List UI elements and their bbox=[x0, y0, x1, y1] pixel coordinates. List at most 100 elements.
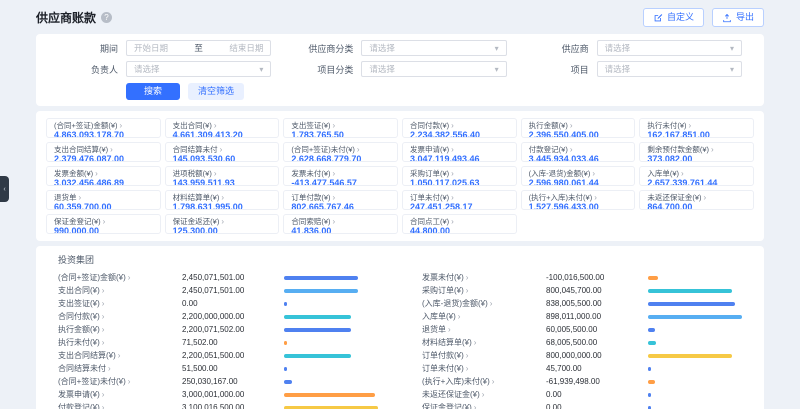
owner-select[interactable]: 请选择▾ bbox=[126, 61, 271, 77]
metric-bar bbox=[648, 367, 651, 371]
stat-card[interactable]: 保证金登记(¥)›990,000.00 bbox=[46, 214, 161, 234]
stat-card[interactable]: 发票金额(¥)›3,032,456,486.89 bbox=[46, 166, 161, 186]
stat-card[interactable]: 入库单(¥)›2,657,339,761.44 bbox=[639, 166, 754, 186]
chevron-right-icon: › bbox=[490, 299, 493, 308]
filter-label-supplier: 供应商 bbox=[529, 42, 589, 55]
metric-label[interactable]: (合同+签证)未付(¥)› bbox=[58, 376, 182, 387]
stat-value: 143,959,511.93 bbox=[173, 178, 272, 186]
stat-card[interactable]: 材料结算单(¥)›1,798,631,995.00 bbox=[165, 190, 280, 210]
stat-card[interactable]: 合同点工(¥)›44,800.00 bbox=[402, 214, 517, 234]
stat-label: 入库单(¥)› bbox=[647, 169, 746, 178]
stat-card[interactable]: 支出合同(¥)›4,661,309,413.20 bbox=[165, 118, 280, 138]
stat-value: 1,527,596,433.00 bbox=[529, 202, 628, 210]
stat-card[interactable]: 执行金额(¥)›2,396,550,405.00 bbox=[521, 118, 636, 138]
select-placeholder: 请选择 bbox=[369, 42, 395, 54]
stat-value: 247,451,258.17 bbox=[410, 202, 509, 210]
stat-label: 执行未付(¥)› bbox=[647, 121, 746, 130]
chevron-right-icon: › bbox=[333, 193, 336, 202]
stat-card[interactable]: (合同+签证)未付(¥)›2,628,668,779.70 bbox=[283, 142, 398, 162]
stat-card[interactable]: 退货单›60,359,700.00 bbox=[46, 190, 161, 210]
metric-label-text: (执行+入库)未付(¥) bbox=[422, 376, 490, 387]
stat-label-text: 发票未付(¥) bbox=[291, 169, 330, 178]
stat-card[interactable]: 订单未付(¥)›247,451,258.17 bbox=[402, 190, 517, 210]
metric-value: 60,005,500.00 bbox=[546, 325, 648, 334]
stat-card[interactable]: 采购订单(¥)›1,050,117,025.63 bbox=[402, 166, 517, 186]
metric-label[interactable]: (入库-退货)金额(¥)› bbox=[422, 298, 546, 309]
metric-label[interactable]: 未返还保证金(¥)› bbox=[422, 389, 546, 400]
metric-label[interactable]: (合同+签证)金额(¥)› bbox=[58, 272, 182, 283]
chevron-right-icon: › bbox=[102, 312, 105, 321]
metric-label[interactable]: 发票申请(¥)› bbox=[58, 389, 182, 400]
stat-card[interactable]: 订单付款(¥)›802,665,767.46 bbox=[283, 190, 398, 210]
stat-card[interactable]: 付款登记(¥)›3,445,934,033.46 bbox=[521, 142, 636, 162]
metric-label[interactable]: 保证金登记(¥)› bbox=[422, 402, 546, 409]
stat-card[interactable]: 进项税额(¥)›143,959,511.93 bbox=[165, 166, 280, 186]
title-row: 供应商账款 ? bbox=[36, 9, 112, 26]
stat-card[interactable]: 未返还保证金(¥)›864,700.00 bbox=[639, 190, 754, 210]
supplier-select[interactable]: 请选择▾ bbox=[597, 40, 742, 56]
chevron-right-icon: › bbox=[128, 273, 131, 282]
metric-row: 执行未付(¥)›71,502.00 bbox=[58, 336, 378, 349]
stat-card[interactable]: (合同+签证)金额(¥)›4,863,093,178.70 bbox=[46, 118, 161, 138]
date-start-placeholder: 开始日期 bbox=[134, 42, 168, 54]
stat-label: 合同点工(¥)› bbox=[410, 217, 509, 226]
metric-bar-track bbox=[284, 276, 378, 280]
metric-label-text: 发票未付(¥) bbox=[422, 272, 464, 283]
metric-row: 发票未付(¥)›-100,016,500.00 bbox=[422, 271, 742, 284]
metric-label[interactable]: 执行金额(¥)› bbox=[58, 324, 182, 335]
project-category-select[interactable]: 请选择▾ bbox=[361, 61, 506, 77]
metric-value: 2,200,071,502.00 bbox=[182, 325, 284, 334]
clear-filters-button[interactable]: 清空筛选 bbox=[188, 83, 244, 100]
stat-card[interactable]: 合同付款(¥)›2,234,382,556.40 bbox=[402, 118, 517, 138]
stat-card[interactable]: 支出合同结算(¥)›2,379,476,087.00 bbox=[46, 142, 161, 162]
stat-card[interactable]: 剩余预付款金额(¥)›373,082.00 bbox=[639, 142, 754, 162]
chevron-right-icon: › bbox=[333, 217, 336, 226]
metric-bar-track bbox=[284, 328, 378, 332]
metric-label[interactable]: 退货单› bbox=[422, 324, 546, 335]
stat-card[interactable]: 支出签证(¥)›1,783,765.50 bbox=[283, 118, 398, 138]
stat-card[interactable]: 合同结算未付›145,093,530.60 bbox=[165, 142, 280, 162]
metric-label[interactable]: 订单付款(¥)› bbox=[422, 350, 546, 361]
stat-card[interactable]: (入库-退货)金额(¥)›2,596,980,061.44 bbox=[521, 166, 636, 186]
group-name[interactable]: 投资集团 bbox=[58, 253, 742, 266]
project-select[interactable]: 请选择▾ bbox=[597, 61, 742, 77]
chevron-right-icon: › bbox=[451, 217, 454, 226]
sidebar-collapse-handle[interactable]: ‹ bbox=[0, 176, 9, 202]
metric-label[interactable]: (执行+入库)未付(¥)› bbox=[422, 376, 546, 387]
export-button[interactable]: 导出 bbox=[712, 8, 764, 27]
metric-label[interactable]: 支出合同结算(¥)› bbox=[58, 350, 182, 361]
metric-label[interactable]: 合同付款(¥)› bbox=[58, 311, 182, 322]
metric-label[interactable]: 发票未付(¥)› bbox=[422, 272, 546, 283]
metric-label[interactable]: 支出签证(¥)› bbox=[58, 298, 182, 309]
metric-value: -100,016,500.00 bbox=[546, 273, 648, 282]
supplier-category-select[interactable]: 请选择▾ bbox=[361, 40, 506, 56]
chevron-right-icon: › bbox=[451, 121, 454, 130]
stat-card[interactable]: 合同索赔(¥)›41,836.00 bbox=[283, 214, 398, 234]
date-range-input[interactable]: 开始日期 至 结束日期 bbox=[126, 40, 271, 56]
metric-row: 合同付款(¥)›2,200,000,000.00 bbox=[58, 310, 378, 323]
metric-label[interactable]: 采购订单(¥)› bbox=[422, 285, 546, 296]
help-icon[interactable]: ? bbox=[101, 12, 112, 23]
filter-panel: 期间 开始日期 至 结束日期 供应商分类请选择▾供应商请选择▾负责人请选择▾项目… bbox=[36, 34, 764, 106]
customize-button[interactable]: 自定义 bbox=[643, 8, 704, 27]
stat-card[interactable]: 发票未付(¥)›-413,477,546.57 bbox=[283, 166, 398, 186]
filter-grid: 期间 开始日期 至 结束日期 供应商分类请选择▾供应商请选择▾负责人请选择▾项目… bbox=[58, 40, 742, 77]
metric-label[interactable]: 订单未付(¥)› bbox=[422, 363, 546, 374]
metric-bar bbox=[284, 315, 351, 319]
stat-label: 剩余预付款金额(¥)› bbox=[647, 145, 746, 154]
metric-label[interactable]: 入库单(¥)› bbox=[422, 311, 546, 322]
metric-label[interactable]: 付款登记(¥)› bbox=[58, 402, 182, 409]
stat-card[interactable]: (执行+入库)未付(¥)›1,527,596,433.00 bbox=[521, 190, 636, 210]
search-button[interactable]: 搜索 bbox=[126, 83, 180, 100]
metric-label-text: 采购订单(¥) bbox=[422, 285, 464, 296]
metric-label[interactable]: 材料结算单(¥)› bbox=[422, 337, 546, 348]
metric-bar-track bbox=[284, 354, 378, 358]
top-bar: 供应商账款 ? 自定义 导出 bbox=[36, 0, 764, 34]
stat-label-text: 退货单 bbox=[54, 193, 77, 202]
metric-label[interactable]: 合同结算未付› bbox=[58, 363, 182, 374]
stat-card[interactable]: 发票申请(¥)›3,047,119,493.46 bbox=[402, 142, 517, 162]
metric-label[interactable]: 支出合同(¥)› bbox=[58, 285, 182, 296]
metric-label[interactable]: 执行未付(¥)› bbox=[58, 337, 182, 348]
stat-card[interactable]: 执行未付(¥)›162,167,851.00 bbox=[639, 118, 754, 138]
stat-card[interactable]: 保证金返还(¥)›125,300.00 bbox=[165, 214, 280, 234]
